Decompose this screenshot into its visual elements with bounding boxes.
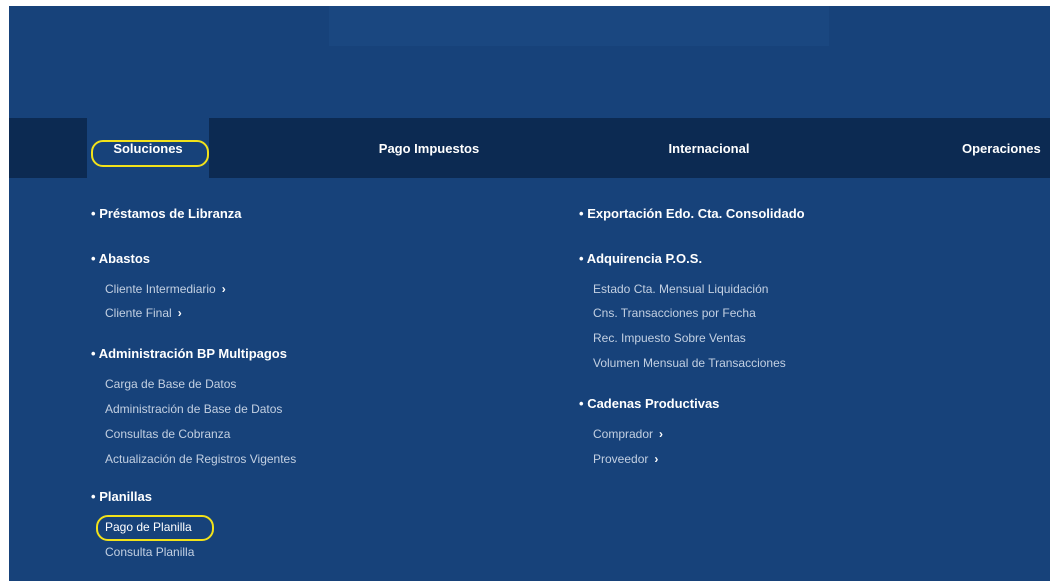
highlight-ring-pago-planilla [96, 515, 214, 541]
menu-item-proveedor[interactable]: Proveedor › [593, 452, 658, 466]
bullet: • [91, 251, 96, 266]
item-label: Actualización de Registros Vigentes [105, 452, 297, 466]
section-adquirencia[interactable]: • Adquirencia P.O.S. [579, 251, 702, 266]
menu-item-rec-impuesto[interactable]: Rec. Impuesto Sobre Ventas [593, 331, 746, 345]
menu-item-administracion-base-datos[interactable]: Administración de Base de Datos [105, 402, 282, 416]
tab-internacional[interactable]: Internacional [639, 118, 779, 178]
tab-label: Internacional [668, 140, 750, 156]
header-banner [9, 6, 1050, 118]
banner-decoration [329, 6, 829, 46]
section-label: Cadenas Productivas [587, 396, 720, 411]
item-label: Estado Cta. Mensual Liquidación [593, 282, 769, 296]
menu-item-consultas-cobranza[interactable]: Consultas de Cobranza [105, 427, 230, 441]
item-label: Carga de Base de Datos [105, 377, 237, 391]
tab-label: Operaciones [962, 140, 1041, 156]
menu-item-cns-transacciones[interactable]: Cns. Transacciones por Fecha [593, 306, 756, 320]
chevron-right-icon: › [659, 427, 664, 441]
menu-item-carga-base-datos[interactable]: Carga de Base de Datos [105, 377, 236, 391]
bullet: • [579, 251, 584, 266]
bullet: • [579, 206, 584, 221]
tab-pago-impuestos[interactable]: Pago Impuestos [349, 118, 509, 178]
section-label: Administración BP Multipagos [98, 346, 287, 361]
item-label: Cns. Transacciones por Fecha [593, 306, 756, 320]
menu-item-volumen-mensual[interactable]: Volumen Mensual de Transacciones [593, 356, 786, 370]
page-frame: Soluciones Pago Impuestos Internacional … [9, 6, 1050, 581]
tab-operaciones[interactable]: Operaciones [962, 118, 1050, 178]
item-label: Proveedor [593, 452, 649, 466]
menu-item-consulta-planilla[interactable]: Consulta Planilla [105, 545, 194, 559]
section-cadenas-productivas[interactable]: • Cadenas Productivas [579, 396, 719, 411]
section-label: Préstamos de Libranza [99, 206, 242, 221]
item-label: Consultas de Cobranza [105, 427, 231, 441]
item-label: Comprador [593, 427, 654, 441]
section-planillas[interactable]: • Planillas [91, 489, 152, 504]
item-label: Administración de Base de Datos [105, 402, 283, 416]
chevron-right-icon: › [177, 306, 182, 320]
item-label: Rec. Impuesto Sobre Ventas [593, 331, 746, 345]
chevron-right-icon: › [221, 282, 226, 296]
menu-item-comprador[interactable]: Comprador › [593, 427, 663, 441]
item-label: Cliente Intermediario [105, 282, 216, 296]
section-label: Exportación Edo. Cta. Consolidado [587, 206, 805, 221]
menu-item-estado-cta-mensual[interactable]: Estado Cta. Mensual Liquidación [593, 282, 768, 296]
section-label: Adquirencia P.O.S. [586, 251, 703, 266]
menu-item-cliente-final[interactable]: Cliente Final › [105, 306, 182, 320]
section-abastos[interactable]: • Abastos [91, 251, 150, 266]
section-label: Planillas [99, 489, 152, 504]
highlight-ring-soluciones [91, 140, 209, 167]
menu-item-actualizacion-registros[interactable]: Actualización de Registros Vigentes [105, 452, 296, 466]
bullet: • [91, 489, 96, 504]
bullet: • [91, 346, 96, 361]
section-administracion-bp[interactable]: • Administración BP Multipagos [91, 346, 287, 361]
tab-label: Pago Impuestos [378, 140, 480, 156]
bullet: • [579, 396, 584, 411]
main-navbar: Soluciones Pago Impuestos Internacional … [9, 118, 1050, 178]
section-label: Abastos [98, 251, 150, 266]
item-label: Volumen Mensual de Transacciones [593, 356, 786, 370]
item-label: Cliente Final [105, 306, 172, 320]
item-label: Consulta Planilla [105, 545, 195, 559]
menu-item-cliente-intermediario[interactable]: Cliente Intermediario › [105, 282, 226, 296]
bullet: • [91, 206, 96, 221]
section-prestamos-libranza[interactable]: • Préstamos de Libranza [91, 206, 242, 221]
chevron-right-icon: › [654, 452, 659, 466]
section-exportacion[interactable]: • Exportación Edo. Cta. Consolidado [579, 206, 805, 221]
